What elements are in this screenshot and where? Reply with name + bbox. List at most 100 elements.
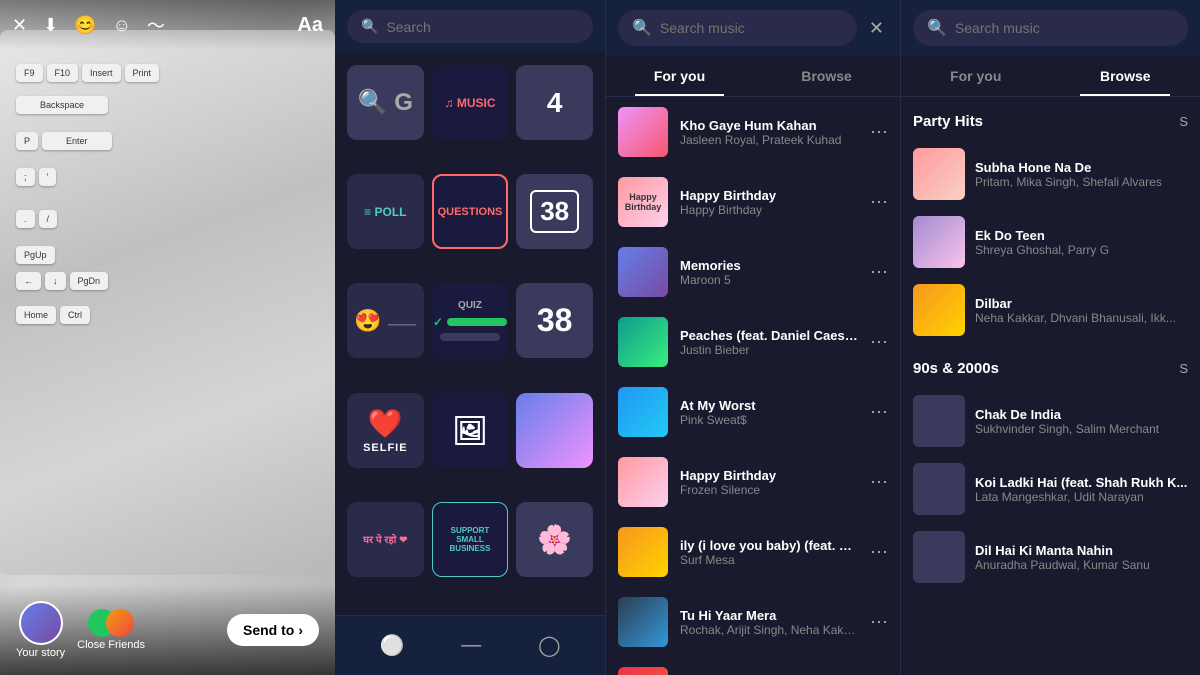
see-more-button[interactable]: S bbox=[1179, 114, 1188, 129]
close-icon[interactable]: ✕ bbox=[12, 15, 27, 36]
sticker-quiz[interactable]: QUIZ ✓ bbox=[432, 283, 509, 358]
music-wave-icon[interactable]: 〜 bbox=[147, 12, 165, 38]
music-item[interactable]: Jaane Kyun Vishal & Shekhar, Vishal Dadl… bbox=[606, 657, 900, 675]
download-icon[interactable]: ⬇ bbox=[43, 15, 58, 36]
music-info: ily (i love you baby) (feat. Emilee) Sur… bbox=[680, 538, 858, 567]
sticker-number38[interactable]: 38 bbox=[516, 283, 593, 358]
music-item[interactable]: Happy Birthday Happy Birthday Happy Birt… bbox=[606, 167, 900, 237]
sticker-poll[interactable]: ≡ POLL bbox=[347, 174, 424, 249]
browse-artist: Lata Mangeshkar, Udit Narayan bbox=[975, 490, 1188, 504]
send-to-label: Send to bbox=[243, 622, 294, 638]
music-item[interactable]: ily (i love you baby) (feat. Emilee) Sur… bbox=[606, 517, 900, 587]
music-item[interactable]: Memories Maroon 5 ⋯ bbox=[606, 237, 900, 307]
tab-browse[interactable]: Browse bbox=[1051, 56, 1200, 96]
sticker-floral[interactable]: 🌸 bbox=[516, 502, 593, 577]
browse-item[interactable]: Chak De India Sukhvinder Singh, Salim Me… bbox=[913, 387, 1188, 455]
browse-artist: Pritam, Mika Singh, Shefali Alvares bbox=[975, 175, 1188, 189]
sticker-gif[interactable]: 🔍 G bbox=[347, 65, 424, 140]
music-more-icon[interactable]: ⋯ bbox=[870, 472, 888, 493]
music-thumbnail bbox=[618, 247, 668, 297]
music-more-icon[interactable]: ⋯ bbox=[870, 612, 888, 633]
send-to-chevron: › bbox=[298, 622, 303, 638]
story-label: Your story bbox=[16, 647, 65, 659]
music-item[interactable]: Kho Gaye Hum Kahan Jasleen Royal, Pratee… bbox=[606, 97, 900, 167]
music-artist: Maroon 5 bbox=[680, 273, 858, 287]
stickers-panel: 🔍 🔍 G ♫ MUSIC 4 ≡ POLL QUESTIONS 38 😍 ──… bbox=[335, 0, 605, 675]
music-more-icon[interactable]: ⋯ bbox=[870, 332, 888, 353]
music-more-icon[interactable]: ⋯ bbox=[870, 192, 888, 213]
browse-thumbnail bbox=[913, 395, 965, 447]
tab-browse[interactable]: Browse bbox=[753, 56, 900, 96]
music-artist: Happy Birthday bbox=[680, 203, 858, 217]
sticker-count[interactable]: 4 bbox=[516, 65, 593, 140]
music-artist: Justin Bieber bbox=[680, 343, 858, 357]
browse-info: Ek Do Teen Shreya Ghoshal, Parry G bbox=[975, 228, 1188, 257]
music-more-icon[interactable]: ⋯ bbox=[870, 402, 888, 423]
your-story-button[interactable]: Your story bbox=[16, 601, 65, 659]
music-search-input[interactable] bbox=[660, 20, 843, 36]
music-item[interactable]: Happy Birthday Frozen Silence ⋯ bbox=[606, 447, 900, 517]
music-info: At My Worst Pink Sweat$ bbox=[680, 398, 858, 427]
browse-item[interactable]: Subha Hone Na De Pritam, Mika Singh, She… bbox=[913, 140, 1188, 208]
sticker-add-icon[interactable]: ☺ bbox=[113, 15, 131, 36]
tab-for-you[interactable]: For you bbox=[606, 56, 753, 96]
browse-search-input[interactable] bbox=[955, 20, 1174, 36]
music-artist: Pink Sweat$ bbox=[680, 413, 858, 427]
music-close-button[interactable]: ✕ bbox=[865, 14, 888, 43]
sticker-music[interactable]: ♫ MUSIC bbox=[432, 65, 509, 140]
music-thumbnail bbox=[618, 107, 668, 157]
sticker-selfie[interactable]: ❤️ SELFIE bbox=[347, 393, 424, 468]
music-search-area: 🔍 ✕ bbox=[606, 0, 900, 56]
see-more-button[interactable]: S bbox=[1179, 361, 1188, 376]
sticker-questions[interactable]: QUESTIONS bbox=[432, 174, 509, 249]
browse-item[interactable]: Koi Ladki Hai (feat. Shah Rukh K... Lata… bbox=[913, 455, 1188, 523]
music-tabs: For you Browse bbox=[606, 56, 900, 97]
browse-item[interactable]: Dil Hai Ki Manta Nahin Anuradha Paudwal,… bbox=[913, 523, 1188, 591]
music-more-icon[interactable]: ⋯ bbox=[870, 262, 888, 283]
browse-thumbnail bbox=[913, 463, 965, 515]
keyboard-image: F9F10InsertPrint Backspace PEnter ;' ./ … bbox=[0, 30, 335, 575]
close-friends-button[interactable]: Close Friends bbox=[77, 609, 145, 651]
section-header: 90s & 2000s S bbox=[913, 360, 1188, 377]
close-friends-avatar2 bbox=[106, 609, 134, 637]
browse-item[interactable]: Ek Do Teen Shreya Ghoshal, Parry G bbox=[913, 208, 1188, 276]
music-thumbnail bbox=[618, 597, 668, 647]
stickers-bottom-icon1[interactable]: ⚪ bbox=[379, 633, 404, 658]
stickers-search-bar: 🔍 bbox=[335, 0, 605, 53]
music-more-icon[interactable]: ⋯ bbox=[870, 122, 888, 143]
sticker-support-small-business[interactable]: SUPPORTSMALLBUSINESS bbox=[432, 502, 509, 577]
stickers-bottom-icon3[interactable]: ◯ bbox=[538, 633, 560, 658]
browse-search-area: 🔍 bbox=[901, 0, 1200, 56]
camera-toolbar: ✕ ⬇ 😊 ☺ 〜 Aa bbox=[0, 0, 335, 50]
browse-artist: Shreya Ghoshal, Parry G bbox=[975, 243, 1188, 257]
sticker-gradient[interactable] bbox=[516, 393, 593, 468]
emoji-add-icon[interactable]: 😊 bbox=[74, 15, 96, 36]
browse-item[interactable]: Dilbar Neha Kakkar, Dhvani Bhanusali, Ik… bbox=[913, 276, 1188, 344]
music-artist: Surf Mesa bbox=[680, 553, 858, 567]
browse-search-icon: 🔍 bbox=[927, 18, 947, 38]
text-tool-button[interactable]: Aa bbox=[297, 14, 323, 37]
browse-title: Ek Do Teen bbox=[975, 228, 1188, 243]
90s-2000s-title: 90s & 2000s bbox=[913, 360, 999, 377]
stickers-bottom-icon2[interactable]: — bbox=[461, 634, 481, 657]
stickers-search-input[interactable] bbox=[386, 19, 579, 35]
music-info: Happy Birthday Frozen Silence bbox=[680, 468, 858, 497]
music-more-icon[interactable]: ⋯ bbox=[870, 542, 888, 563]
sticker-ghar-pe-raho[interactable]: घर पे रहो ❤ bbox=[347, 502, 424, 577]
music-item[interactable]: Peaches (feat. Daniel Caesar,... Justin … bbox=[606, 307, 900, 377]
music-thumbnail: Happy Birthday bbox=[618, 177, 668, 227]
tab-for-you[interactable]: For you bbox=[901, 56, 1051, 96]
sticker-emoji-slider[interactable]: 😍 ──── bbox=[347, 283, 424, 358]
browse-info: Subha Hone Na De Pritam, Mika Singh, She… bbox=[975, 160, 1188, 189]
music-item[interactable]: At My Worst Pink Sweat$ ⋯ bbox=[606, 377, 900, 447]
music-title: Tu Hi Yaar Mera bbox=[680, 608, 858, 623]
sticker-count2[interactable]: 38 bbox=[516, 174, 593, 249]
90s-2000s-section: 90s & 2000s S Chak De India Sukhvinder S… bbox=[913, 360, 1188, 591]
close-friends-label: Close Friends bbox=[77, 639, 145, 651]
sticker-photo[interactable]: 🖼 bbox=[432, 393, 509, 468]
music-item[interactable]: Tu Hi Yaar Mera Rochak, Arijit Singh, Ne… bbox=[606, 587, 900, 657]
music-thumbnail bbox=[618, 317, 668, 367]
music-title: Happy Birthday bbox=[680, 468, 858, 483]
browse-panel: 🔍 For you Browse Party Hits S Subha Hone… bbox=[900, 0, 1200, 675]
send-to-button[interactable]: Send to › bbox=[227, 614, 319, 646]
